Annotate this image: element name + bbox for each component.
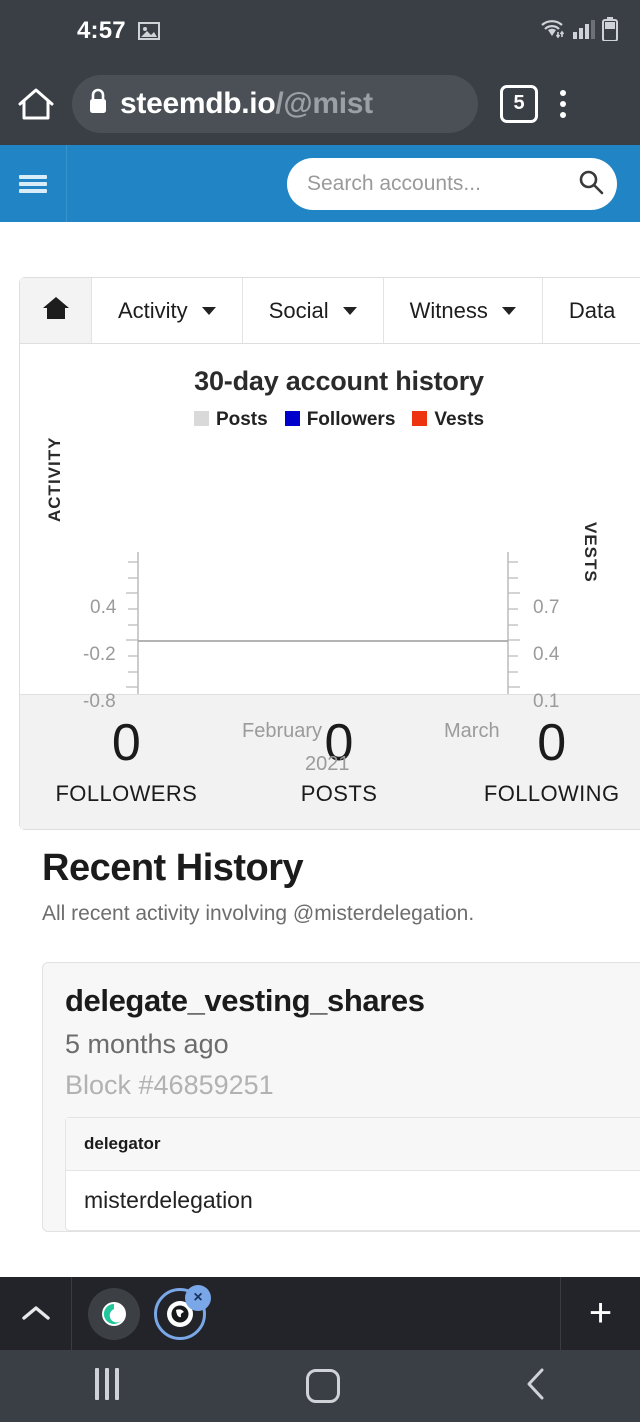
tab-counter-button[interactable]: 5 (500, 84, 538, 123)
status-clock: 4:57 (77, 17, 126, 44)
new-tab-button[interactable]: + (560, 1277, 640, 1350)
account-card: Activity Social Witness Data 30-day acco… (19, 277, 640, 830)
browser-url-bar: steemdb.io/@mist 5 (0, 62, 640, 145)
table-row: misterdelegation (84, 1187, 253, 1213)
overflow-menu-icon[interactable] (560, 89, 566, 118)
chevron-down-icon (342, 306, 357, 315)
stat-followers-label: FOLLOWERS (55, 781, 198, 806)
stat-followers: 0 FOLLOWERS (20, 717, 233, 807)
table-header-delegator: delegator (66, 1118, 640, 1171)
tab-social-label: Social (268, 297, 329, 323)
history-timestamp: 5 months ago (65, 1029, 229, 1059)
search-input[interactable] (307, 172, 578, 196)
account-tabstrip: Activity Social Witness Data (20, 278, 640, 344)
search-box[interactable] (287, 158, 617, 210)
url-text: steemdb.io/@mist (120, 87, 373, 121)
hamburger-icon[interactable] (0, 145, 67, 222)
tab-data-label: Data (568, 297, 616, 323)
back-icon[interactable] (524, 1367, 548, 1406)
status-icons (539, 16, 618, 46)
photo-icon (137, 21, 160, 41)
chart-svg (126, 552, 520, 694)
battery-icon (602, 16, 618, 46)
browser-tab-inactive[interactable] (88, 1287, 140, 1340)
stat-followers-value: 0 (111, 714, 141, 772)
tab-activity-label: Activity (118, 297, 188, 323)
android-status-bar: 4:57 (0, 0, 640, 62)
y2tick-2: 0.1 (533, 691, 560, 712)
tab-activity[interactable]: Activity (92, 278, 243, 343)
stat-posts-label: POSTS (300, 781, 378, 806)
signal-icon (573, 19, 595, 44)
recent-history-subtitle: All recent activity involving @misterdel… (42, 902, 475, 925)
address-bar[interactable]: steemdb.io/@mist (72, 74, 478, 133)
stat-following-label: FOLLOWING (483, 781, 620, 806)
home-icon (42, 295, 70, 327)
history-operation: delegate_vesting_shares (65, 983, 425, 1018)
history-block: Block #46859251 (65, 1070, 274, 1100)
phone-screen: 4:57 steemdb.io/@mist 5 Search accounts.… (0, 0, 640, 1422)
ytick-2: -0.8 (83, 691, 116, 712)
home-icon[interactable] (0, 86, 72, 122)
tab-witness[interactable]: Witness (384, 278, 543, 343)
page-title: Recent History (42, 847, 304, 889)
tab-social[interactable]: Social (243, 278, 384, 343)
chevron-down-icon (501, 306, 516, 315)
lock-icon (88, 88, 108, 119)
xtick-february: February (242, 720, 323, 742)
page-content: Activity Social Witness Data 30-day acco… (0, 222, 640, 1282)
history-table: delegator misterdelegation (65, 1117, 640, 1231)
chart-plot-area: ACTIVITY VESTS 0.4 -0.2 -0.8 0.7 0.4 0.1… (20, 344, 640, 775)
wifi-icon (539, 18, 566, 45)
recent-history-header: Recent History All recent activity invol… (42, 847, 640, 926)
tab-witness-label: Witness (409, 297, 488, 323)
close-icon[interactable]: × (185, 1284, 211, 1311)
android-nav-bar (0, 1350, 640, 1422)
home-icon[interactable] (306, 1369, 340, 1403)
browser-tab-active[interactable]: × (154, 1284, 211, 1340)
tab-home[interactable] (20, 278, 92, 343)
url-path: /@mist (275, 86, 373, 120)
chevron-up-icon[interactable] (0, 1277, 72, 1350)
open-tabs-strip: × (72, 1284, 211, 1340)
browser-bottom-bar: × + (0, 1277, 640, 1350)
recents-icon[interactable] (92, 1367, 122, 1405)
xtick-march: March (444, 720, 500, 742)
history-entry[interactable]: delegate_vesting_shares 5 months ago Blo… (42, 962, 640, 1232)
chevron-down-icon (201, 306, 216, 315)
account-history-chart: 30-day account history Posts Followers V… (20, 344, 640, 775)
search-icon[interactable] (578, 169, 604, 200)
url-host: steemdb.io (120, 86, 276, 120)
x-period-label: 2021 (305, 753, 350, 775)
tab-data[interactable]: Data (543, 278, 640, 343)
